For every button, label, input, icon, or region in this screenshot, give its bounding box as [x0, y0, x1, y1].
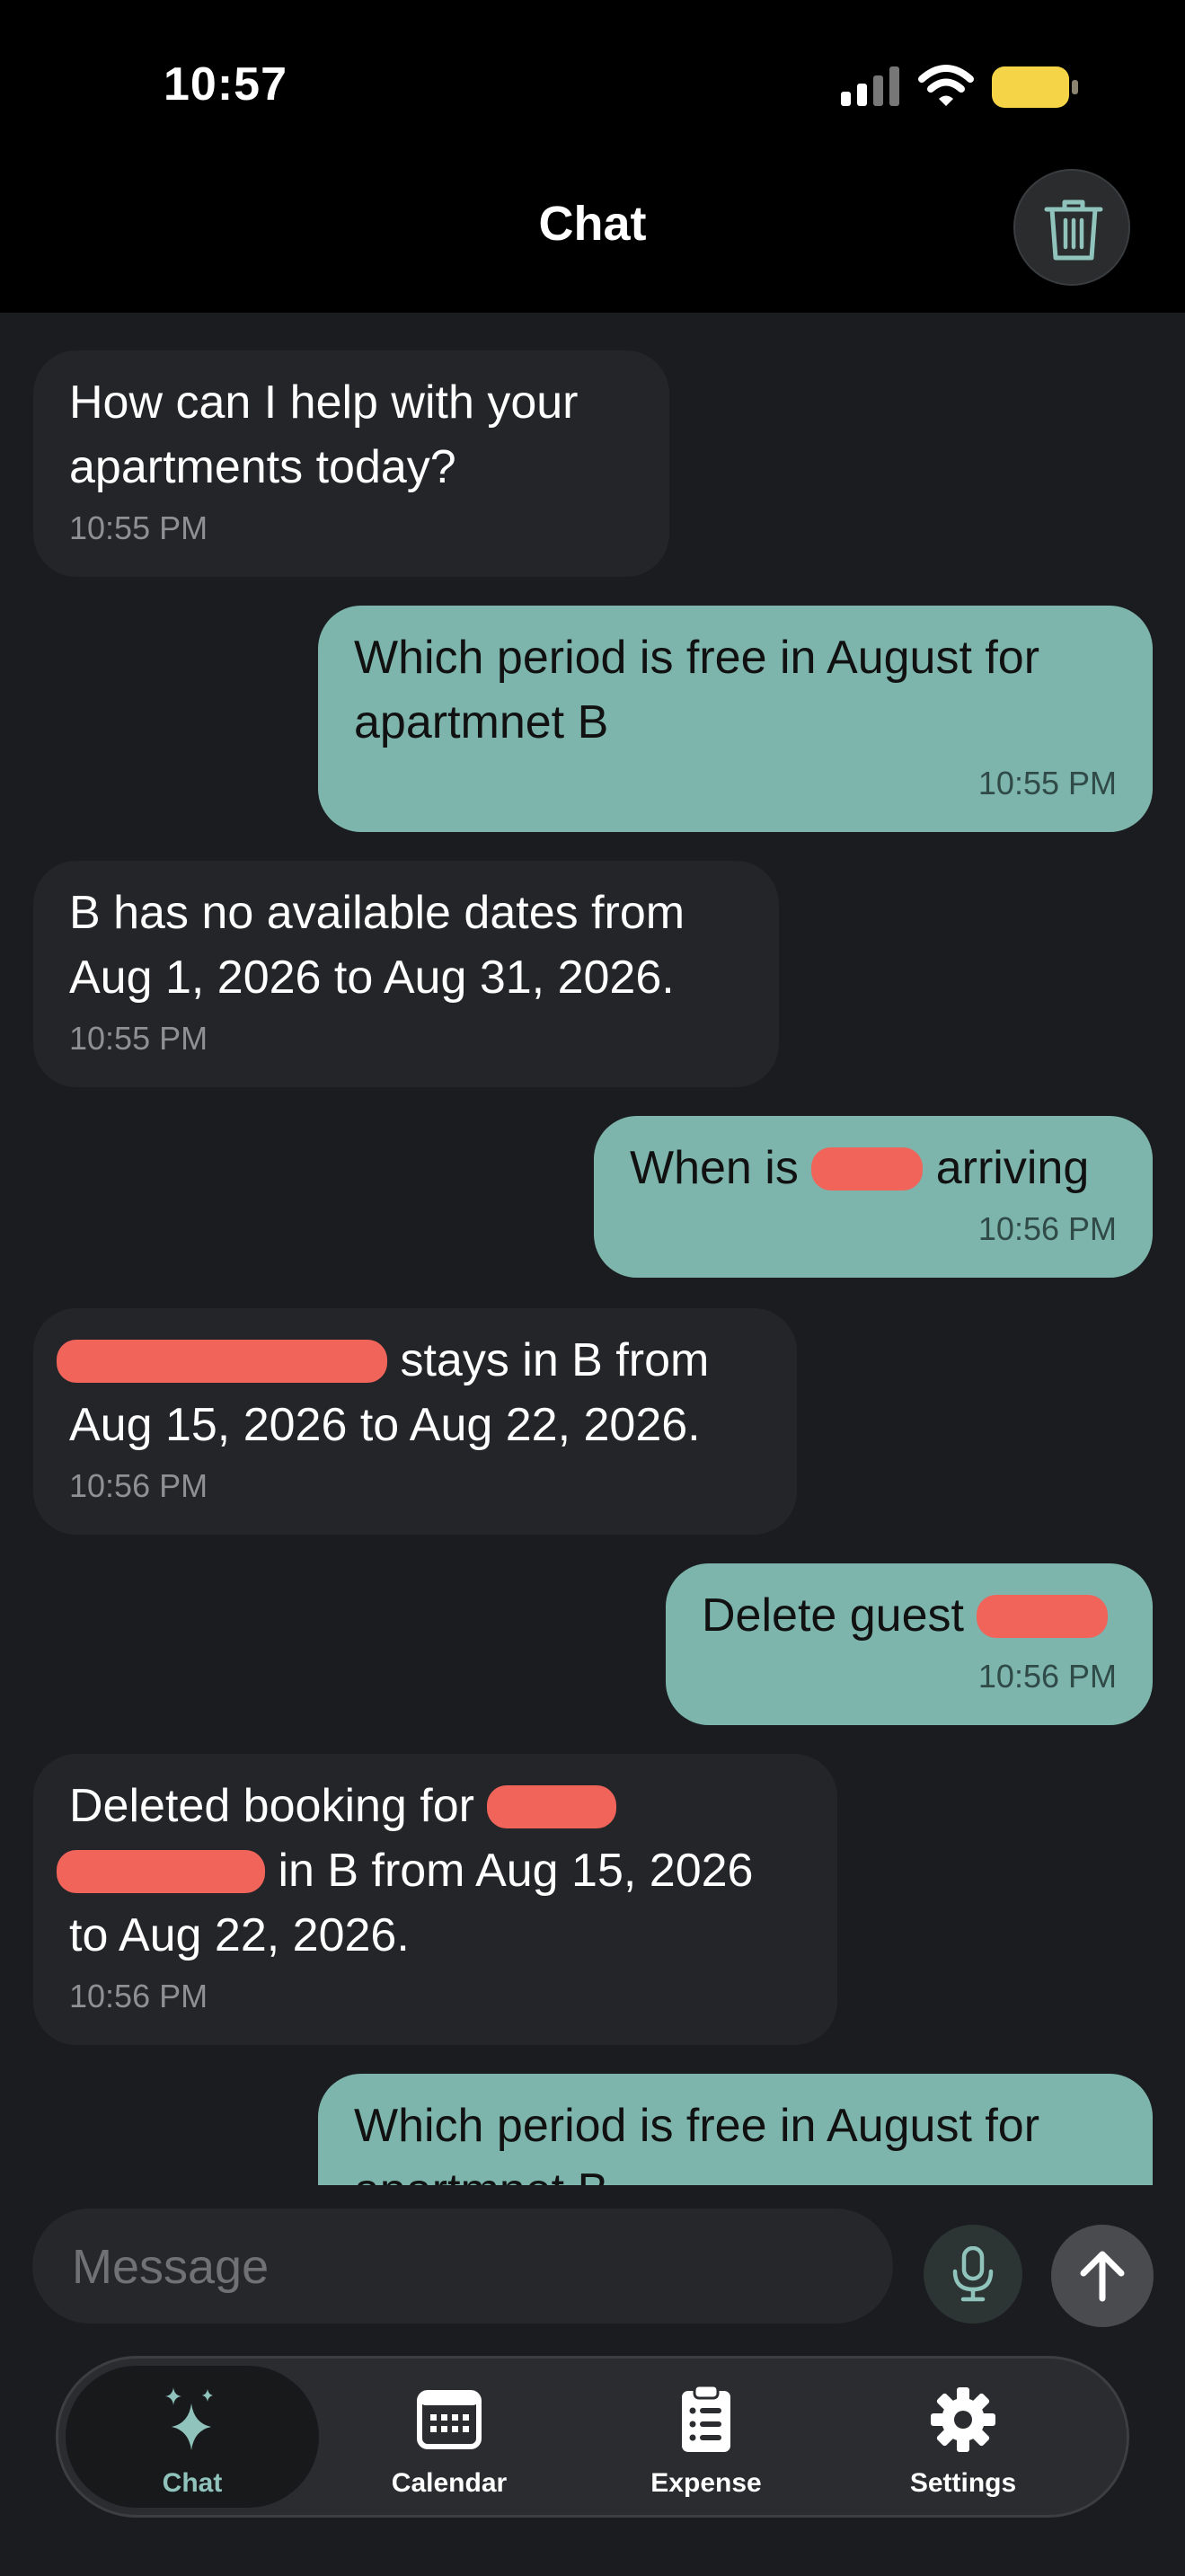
- page-title: Chat: [538, 197, 647, 251]
- message-text: Which period is free in August for apart…: [354, 2100, 1040, 2185]
- message-text: Which period is free in August for apart…: [354, 632, 1040, 748]
- message-text: Deleted booking for in B from Aug 15, 20…: [57, 1774, 801, 1968]
- message-timestamp: 10:56 PM: [69, 1978, 208, 2014]
- redacted-name: [57, 1850, 265, 1893]
- tab-calendar[interactable]: Calendar: [323, 2366, 576, 2508]
- message-text-part: stays in B from: [387, 1334, 710, 1386]
- microphone-icon: [952, 2246, 994, 2302]
- tab-label: Settings: [909, 2468, 1017, 2498]
- arrow-up-icon: [1080, 2251, 1125, 2302]
- tab-bar: Chat Calendar Expense Settings: [56, 2356, 1129, 2518]
- message-text: stays in B from Aug 15, 2026 to Aug 22, 2…: [57, 1328, 761, 1457]
- message-field[interactable]: [32, 2209, 893, 2325]
- tab-label: Calendar: [391, 2468, 508, 2498]
- message-timestamp: 10:56 PM: [977, 1658, 1117, 1695]
- message-text-part: Delete guest: [702, 1589, 977, 1642]
- battery-icon: [992, 66, 1078, 108]
- message-list[interactable]: How can I help with your apartments toda…: [0, 313, 1185, 2185]
- message-input[interactable]: [70, 2209, 864, 2325]
- trash-icon: [1044, 199, 1103, 261]
- sparkles-icon: [165, 2387, 213, 2450]
- message-timestamp: 10:56 PM: [69, 1467, 208, 1504]
- composer-area: Chat Calendar: [0, 2185, 1185, 2576]
- status-bar: 10:57: [0, 0, 1185, 162]
- message-text-part: When is: [630, 1142, 812, 1194]
- message-text: Delete guest: [702, 1583, 1117, 1648]
- clear-chat-button[interactable]: [1013, 169, 1130, 286]
- redacted-name: [487, 1785, 617, 1828]
- message-text-part: arriving: [923, 1142, 1090, 1194]
- message-timestamp: 10:55 PM: [977, 765, 1117, 801]
- chat-header: Chat: [0, 162, 1185, 313]
- redacted-name: [57, 1340, 387, 1383]
- tab-label: Chat: [162, 2468, 223, 2498]
- tab-label: Expense: [650, 2468, 762, 2498]
- assistant-message: How can I help with your apartments toda…: [33, 350, 669, 577]
- calendar-icon: [417, 2390, 482, 2449]
- message-text-part: Aug 15, 2026 to Aug 22, 2026.: [69, 1399, 701, 1451]
- voice-input-button[interactable]: [924, 2225, 1022, 2324]
- message-text-part: Deleted booking for: [69, 1780, 488, 1832]
- message-timestamp: 10:55 PM: [69, 509, 208, 546]
- send-button[interactable]: [1051, 2225, 1154, 2327]
- clipboard-icon: [682, 2384, 730, 2452]
- message-text-part: to Aug 22, 2026.: [69, 1909, 410, 1961]
- message-timestamp: 10:55 PM: [69, 1020, 208, 1057]
- user-message: Which period is free in August for apart…: [318, 2074, 1153, 2185]
- gear-icon: [931, 2387, 995, 2452]
- user-message: Which period is free in August for apart…: [318, 606, 1153, 832]
- tab-chat[interactable]: Chat: [66, 2366, 319, 2508]
- tab-settings[interactable]: Settings: [836, 2366, 1090, 2508]
- assistant-message: Deleted booking for in B from Aug 15, 20…: [33, 1754, 837, 2045]
- redacted-name: [977, 1595, 1109, 1638]
- user-message: Delete guest 10:56 PM: [666, 1563, 1153, 1725]
- user-message: When is arriving 10:56 PM: [594, 1116, 1153, 1278]
- message-text: When is arriving: [630, 1136, 1117, 1200]
- assistant-message: B has no available dates from Aug 1, 202…: [33, 861, 779, 1087]
- wifi-icon: [918, 65, 974, 106]
- message-text: B has no available dates from Aug 1, 202…: [69, 887, 685, 1004]
- assistant-message: stays in B from Aug 15, 2026 to Aug 22, 2…: [33, 1308, 797, 1535]
- message-timestamp: 10:56 PM: [977, 1210, 1117, 1247]
- message-text: How can I help with your apartments toda…: [69, 376, 579, 493]
- message-text-part: in B from Aug 15, 2026: [265, 1845, 754, 1897]
- clock: 10:57: [164, 58, 287, 111]
- cellular-signal-icon: [841, 66, 899, 106]
- redacted-name: [811, 1147, 924, 1191]
- tab-expense[interactable]: Expense: [579, 2366, 833, 2508]
